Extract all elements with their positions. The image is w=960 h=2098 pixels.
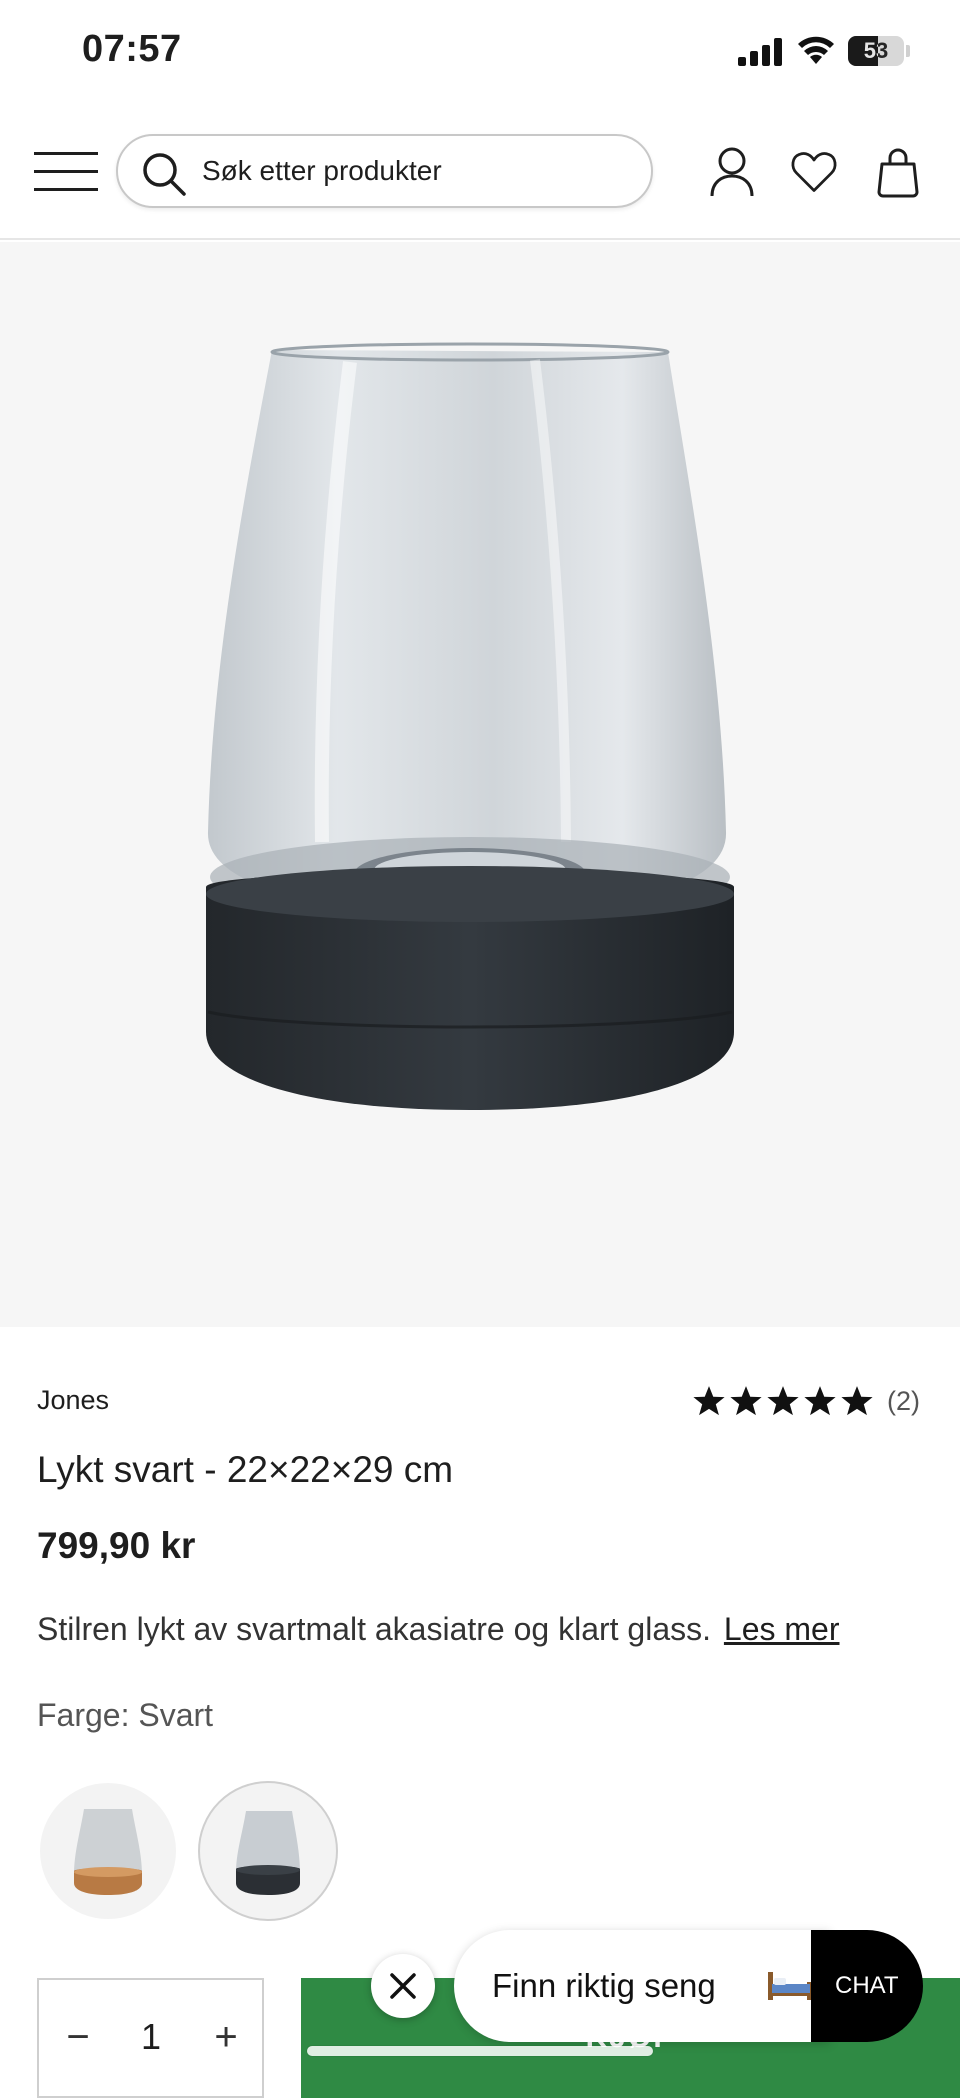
- wifi-icon: [798, 36, 834, 64]
- status-time: 07:57: [82, 28, 182, 70]
- star-icon: [730, 1386, 762, 1416]
- search-bar[interactable]: [116, 134, 653, 208]
- color-value: Svart: [138, 1697, 214, 1733]
- color-label: Farge:: [37, 1697, 130, 1733]
- battery-cap: [906, 45, 910, 57]
- chat-prompt-bubble[interactable]: Finn riktig seng: [454, 1930, 830, 2042]
- chat-prompt-text: Finn riktig seng: [492, 1967, 716, 2004]
- status-bar: 07:57 53: [0, 0, 960, 110]
- swatch-black-image: [236, 1811, 300, 1895]
- search-icon[interactable]: [142, 152, 186, 196]
- star-icon: [804, 1386, 836, 1416]
- quantity-value[interactable]: 1: [114, 2012, 188, 2062]
- brand-name[interactable]: Jones: [37, 1385, 109, 1416]
- rating-count: (2): [887, 1385, 920, 1416]
- color-swatch-black[interactable]: [198, 1781, 338, 1921]
- product-price: 799,90 kr: [37, 1525, 196, 1566]
- home-indicator: [307, 2046, 653, 2056]
- menu-icon[interactable]: [34, 150, 98, 194]
- product-image[interactable]: [0, 242, 960, 1327]
- star-icon: [693, 1386, 725, 1416]
- bed-icon: [768, 1972, 812, 2000]
- quantity-increase-button[interactable]: +: [201, 2012, 251, 2062]
- account-icon[interactable]: [708, 146, 756, 198]
- quantity-stepper: − 1 +: [37, 1978, 264, 2098]
- read-more-link[interactable]: Les mer: [724, 1611, 840, 1647]
- chat-button[interactable]: CHAT: [811, 1930, 923, 2042]
- color-selector-label: Farge: Svart: [37, 1697, 213, 1734]
- swatch-natural-image: [74, 1809, 142, 1895]
- bag-icon[interactable]: [874, 146, 922, 198]
- star-icon: [841, 1386, 873, 1416]
- heart-icon[interactable]: [790, 146, 838, 198]
- chat-close-button[interactable]: [371, 1954, 435, 2018]
- search-input[interactable]: [202, 136, 632, 206]
- lantern-image: [206, 342, 734, 1110]
- signal-icon: [738, 38, 782, 66]
- battery-level: 53: [863, 38, 889, 63]
- battery-icon: 53: [848, 36, 904, 66]
- color-swatch-natural[interactable]: [40, 1783, 176, 1919]
- description-text: Stilren lykt av svartmalt akasiatre og k…: [37, 1611, 712, 1647]
- product-description: Stilren lykt av svartmalt akasiatre og k…: [37, 1611, 937, 1648]
- site-header: [0, 110, 960, 240]
- rating[interactable]: (2): [692, 1383, 920, 1419]
- close-icon: [390, 1973, 416, 1999]
- quantity-decrease-button[interactable]: −: [53, 2012, 103, 2062]
- star-icon: [767, 1386, 799, 1416]
- product-title: Lykt svart - 22×22×29 cm: [37, 1449, 454, 1490]
